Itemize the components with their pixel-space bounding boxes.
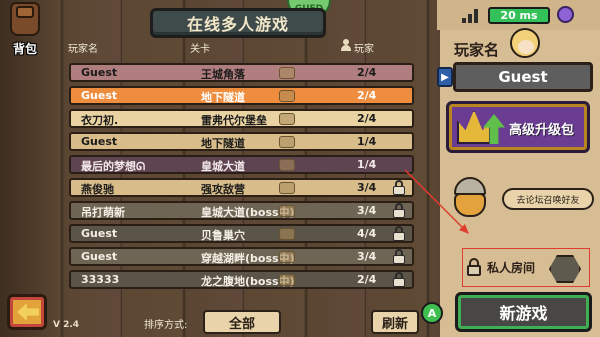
room-count: 2/4	[357, 273, 377, 286]
room-count: 2/4	[357, 66, 377, 79]
level-icon	[276, 204, 298, 218]
level-icon	[276, 250, 298, 264]
room-count: 3/4	[357, 250, 377, 263]
room-count: 1/4	[357, 158, 377, 171]
room-row[interactable]: Guest 地下隧道 1/4	[69, 132, 414, 151]
room-player: 最后的梦想ᘏ	[81, 160, 146, 173]
refresh-button[interactable]: 刷新	[371, 310, 419, 334]
room-count: 3/4	[357, 204, 377, 217]
annotation-arrow	[404, 169, 469, 234]
room-level: 贝鲁巢穴	[201, 229, 245, 242]
page-title: 在线多人游戏	[150, 8, 326, 38]
room-player: Guest	[81, 66, 118, 79]
room-row[interactable]: 衣刀初. 雷弗代尔堡垒 2/4	[69, 109, 414, 128]
bag-button[interactable]: 背包	[4, 0, 46, 58]
room-level: 强攻敌营	[201, 183, 245, 196]
level-icon	[276, 89, 298, 103]
upgrade-button[interactable]: 高级升级包	[446, 101, 590, 153]
room-row[interactable]: 33333 龙之腹地(boss中) 2/4	[69, 270, 414, 289]
gem-icon[interactable]	[557, 6, 574, 23]
room-count: 3/4	[357, 181, 377, 194]
level-icon	[276, 273, 298, 287]
bag-flap	[16, 6, 34, 18]
room-row[interactable]: Guest 贝鲁巢穴 4/4	[69, 224, 414, 243]
private-room-label: 私人房间	[487, 261, 536, 275]
room-row[interactable]: Guest 地下隧道 2/4	[69, 86, 414, 105]
level-icon	[276, 227, 298, 241]
room-player: Guest	[81, 227, 118, 240]
room-level: 地下隧道	[201, 91, 245, 104]
level-icon	[276, 66, 298, 80]
lock-icon	[467, 258, 481, 276]
column-player: 玩家名	[68, 44, 98, 55]
room-row[interactable]: 燕俊驰 强攻敌营 3/4	[69, 178, 414, 197]
level-icon	[276, 112, 298, 126]
room-row[interactable]: 吊打萌新 皇城大道(boss中) 3/4	[69, 201, 414, 220]
signal-icon	[462, 9, 482, 23]
room-row[interactable]: Guest 穿越湖畔(boss中) 3/4	[69, 247, 414, 266]
upgrade-label: 高级升级包	[509, 123, 575, 138]
level-icon	[276, 135, 298, 149]
room-list: Guest 王城角落 2/4 Guest 地下隧道 2/4 衣刀初. 雷弗代尔堡…	[69, 63, 414, 293]
version-label: V 2.4	[53, 320, 80, 330]
room-count: 1/4	[357, 135, 377, 148]
ping-indicator: 20 ms	[488, 7, 550, 24]
column-level: 关卡	[190, 44, 210, 55]
room-count: 4/4	[357, 227, 377, 240]
back-button[interactable]	[7, 294, 47, 330]
back-arrow-icon	[17, 303, 39, 321]
room-count: 2/4	[357, 112, 377, 125]
room-level: 地下隧道	[201, 137, 245, 150]
room-level: 雷弗代尔堡垒	[201, 114, 267, 127]
bag-label: 背包	[12, 42, 37, 56]
sort-label: 排序方式:	[144, 320, 188, 331]
room-level: 王城角落	[201, 68, 245, 81]
player-name-label: 玩家名	[454, 41, 500, 59]
level-icon	[276, 158, 298, 172]
room-player: 衣刀初.	[81, 114, 119, 127]
name-arrow-button[interactable]: ▶	[437, 67, 453, 87]
player-name-field[interactable]: Guest	[453, 62, 593, 92]
room-player: Guest	[81, 89, 118, 102]
room-row[interactable]: Guest 王城角落 2/4	[69, 63, 414, 82]
room-count: 2/4	[357, 89, 377, 102]
level-icon	[276, 181, 298, 195]
new-game-button[interactable]: 新游戏	[455, 292, 592, 332]
room-player: 燕俊驰	[81, 183, 114, 196]
room-player: 33333	[81, 273, 120, 286]
room-level: 皇城大道	[201, 160, 245, 173]
sort-button[interactable]: 全部	[203, 310, 281, 334]
player-icon	[341, 39, 351, 51]
a-button[interactable]: A	[421, 302, 443, 324]
lock-icon	[393, 272, 405, 287]
player-avatar[interactable]	[510, 28, 540, 58]
room-player: Guest	[81, 135, 118, 148]
room-player: 吊打萌新	[81, 206, 125, 219]
room-player: Guest	[81, 250, 118, 263]
column-count: 玩家	[354, 44, 374, 55]
forum-button[interactable]: 去论坛召唤好友	[502, 188, 594, 210]
room-row[interactable]: 最后的梦想ᘏ 皇城大道 1/4	[69, 155, 414, 174]
lock-icon	[393, 249, 405, 264]
